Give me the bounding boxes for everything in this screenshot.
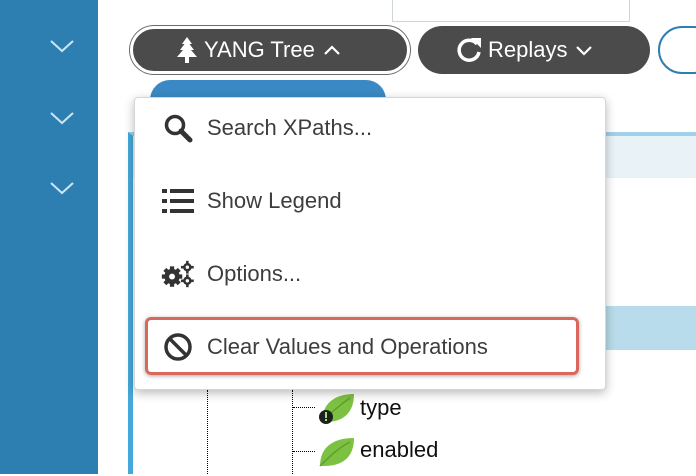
highlight-annotation <box>145 317 579 375</box>
replays-button[interactable]: Replays <box>418 26 650 74</box>
tree-connector <box>293 407 315 408</box>
list-icon <box>161 184 195 218</box>
outline-button[interactable] <box>658 26 696 74</box>
leaf-icon <box>316 432 356 468</box>
gears-icon <box>161 257 195 291</box>
menu-item-label: Options... <box>207 261 302 286</box>
chevron-down-icon <box>575 44 593 56</box>
tree-node[interactable]: type <box>316 390 402 426</box>
replays-label: Replays <box>488 37 568 62</box>
yang-tree-button[interactable]: YANG Tree <box>130 26 410 74</box>
chevron-down-icon[interactable] <box>49 110 75 126</box>
tree-node[interactable]: enabled <box>316 432 438 468</box>
search-icon <box>161 111 195 145</box>
chevron-down-icon[interactable] <box>49 38 75 54</box>
tree-line <box>292 390 293 474</box>
menu-item-label: Search XPaths... <box>207 115 373 140</box>
chevron-up-icon <box>323 44 341 56</box>
menu-item-search-xpaths[interactable]: Search XPaths... <box>135 104 605 152</box>
tree-connector <box>293 451 315 452</box>
yang-tree-label: YANG Tree <box>204 37 315 62</box>
menu-item-options[interactable]: Options... <box>135 250 605 298</box>
menu-item-show-legend[interactable]: Show Legend <box>135 177 605 225</box>
top-field[interactable] <box>392 0 630 22</box>
menu-item-label: Show Legend <box>207 188 342 213</box>
tree-icon <box>177 37 197 63</box>
tree-node-label: type <box>360 395 402 420</box>
sidebar <box>0 0 98 474</box>
leaf-key-icon <box>316 390 356 426</box>
tree-line <box>207 390 208 474</box>
redo-icon <box>457 38 481 62</box>
yang-tree-dropdown: Search XPaths... Show Legend Options... … <box>134 97 606 390</box>
tree-node-label: enabled <box>360 437 439 462</box>
chevron-down-icon[interactable] <box>49 180 75 196</box>
